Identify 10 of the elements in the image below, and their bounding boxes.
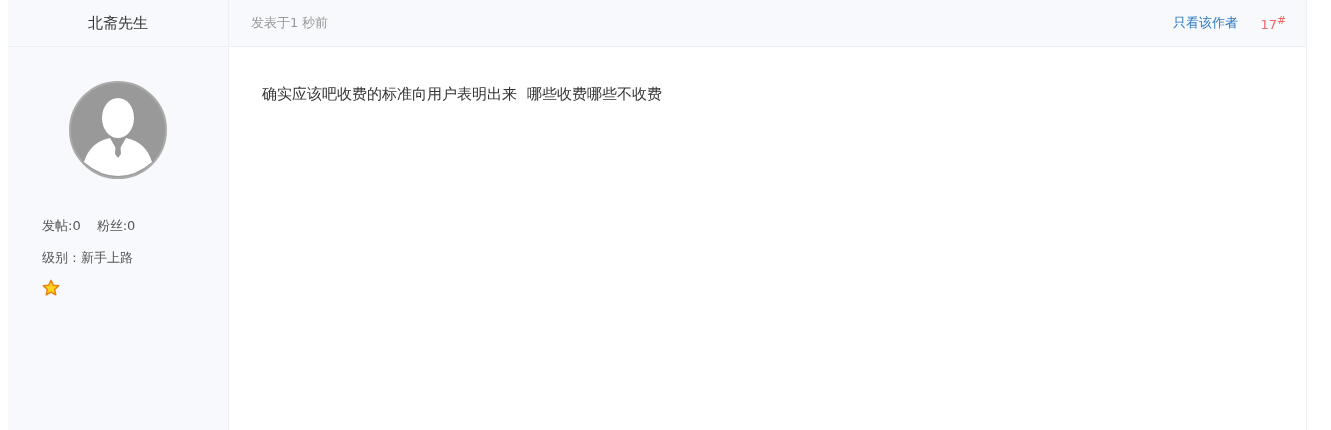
post-count: 发帖:0 — [42, 217, 81, 235]
floor-number: 17$^{#}$ — [1260, 13, 1286, 33]
star-badge-icon — [42, 279, 60, 297]
author-name: 北斋先生 — [88, 13, 148, 33]
only-author-link[interactable]: 只看该作者 — [1173, 14, 1239, 32]
fan-count: 粉丝:0 — [96, 217, 136, 235]
user-level: 级别 : 新手上路 — [42, 249, 134, 267]
avatar-icon — [68, 80, 168, 180]
post-content: 确实应该吧收费的标准向用户表明出来 哪些收费哪些不收费 — [262, 85, 663, 104]
post-time: 发表于1 秒前 — [251, 14, 329, 32]
